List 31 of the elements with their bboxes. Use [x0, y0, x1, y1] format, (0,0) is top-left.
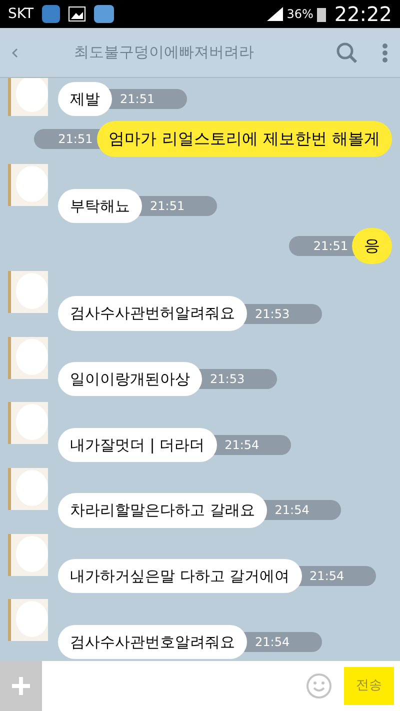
message-bubble: 내가잘멋더 | 더라더 — [58, 428, 217, 462]
menu-icon[interactable] — [382, 42, 388, 62]
message-bubble: 일이이랑개된아상 — [58, 362, 202, 396]
signal-icon — [266, 7, 283, 21]
avatar[interactable] — [8, 402, 48, 444]
message-bubble: 응 — [352, 228, 392, 264]
message-bubble: 제발 — [58, 82, 112, 116]
avatar[interactable] — [8, 599, 48, 642]
avatar[interactable] — [8, 336, 48, 379]
carrier-text: SKT — [8, 4, 34, 24]
message-bubble: 내가하거싶은말 다하고 갈거에여 — [58, 558, 302, 594]
image-icon — [68, 6, 86, 22]
avatar[interactable] — [8, 164, 48, 206]
back-icon[interactable] — [12, 48, 18, 58]
message-bubble: 검사수사관번호알려줘요 — [58, 624, 247, 660]
avatar[interactable] — [8, 468, 48, 510]
smiley-icon[interactable] — [306, 673, 332, 699]
message-bubble: 차라리할말은다하고 갈래요 — [58, 493, 267, 528]
battery-text: 36% — [286, 6, 314, 23]
clock-text: 22:22 — [334, 1, 392, 28]
message-bubble: 검사수사관번허알려줘요 — [58, 296, 247, 331]
search-icon[interactable] — [336, 42, 358, 64]
message-bubble: 부탁해뇨 — [58, 188, 142, 224]
send-button[interactable]: 전송 — [344, 667, 394, 705]
message-bubble: 엄마가 리얼스토리에 제보한번 해볼게 — [96, 120, 392, 157]
avatar[interactable] — [8, 78, 48, 116]
plus-icon — [11, 676, 31, 696]
chat-title: 최도불구덩이에빠져버려라 — [74, 42, 254, 64]
avatar[interactable] — [8, 271, 48, 314]
add-button[interactable] — [0, 661, 42, 711]
avatar[interactable] — [8, 534, 48, 576]
